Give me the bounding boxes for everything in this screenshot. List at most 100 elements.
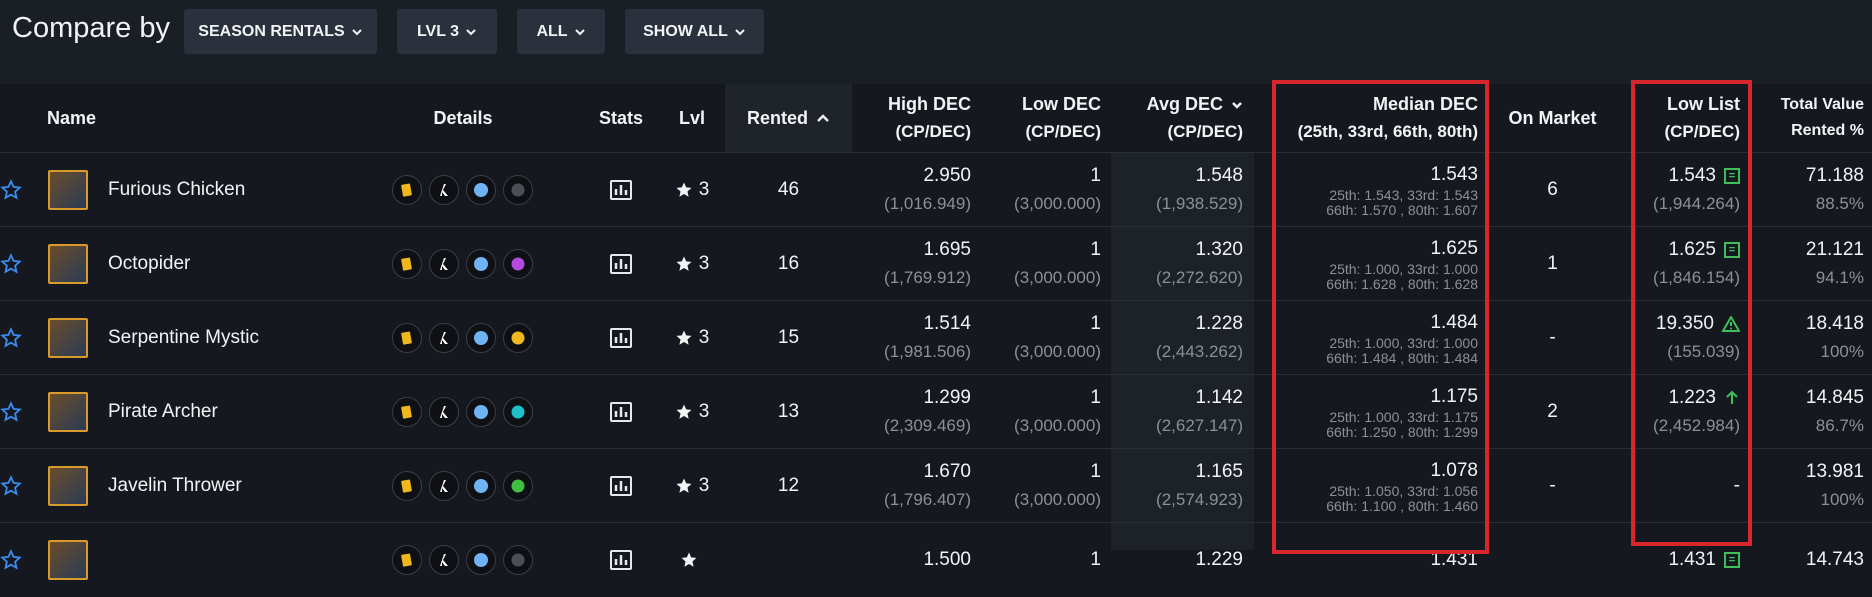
table-row[interactable]: Serpentine Mystic 3 15 1.514 (1,981.506) [0, 300, 1872, 375]
star-outline-icon [0, 327, 22, 348]
star-icon [676, 330, 692, 345]
header-low-dec[interactable]: Low DEC (CP/DEC) [990, 84, 1101, 152]
avg-dec-cell: 1.229 [1195, 549, 1243, 570]
avg-dec-cell: 1.228 (2,443.262) [1156, 313, 1243, 361]
level-cell [670, 523, 714, 597]
stats-chart-icon [610, 328, 632, 348]
card-thumbnail[interactable] [46, 375, 90, 449]
stats-chart-icon [610, 402, 632, 422]
stats-chart-icon [610, 180, 632, 200]
header-rented[interactable]: Rented [725, 84, 852, 152]
rarity-icon [429, 397, 459, 427]
avg-dec-cell: 1.320 (2,272.620) [1156, 239, 1243, 287]
card-name-link[interactable] [108, 523, 388, 597]
equal-icon: = [1724, 552, 1740, 568]
header-name[interactable]: Name [47, 84, 167, 152]
card-details [392, 523, 542, 597]
rented-cell: 12 [777, 475, 800, 496]
header-lvl[interactable]: Lvl [670, 84, 714, 152]
type-icon [466, 323, 496, 353]
table-row[interactable]: Javelin Thrower 3 12 1.670 (1,796.407) 1… [0, 448, 1872, 523]
table-row[interactable]: Octopider 3 16 1.695 (1,769.912) 1 (3,00… [0, 226, 1872, 301]
card-name-link[interactable]: Octopider [108, 227, 388, 301]
level-dropdown[interactable]: LVL 3 [397, 9, 497, 54]
card-name-link[interactable]: Pirate Archer [108, 375, 388, 449]
on-market-cell: - [1549, 475, 1556, 496]
on-market-cell: 1 [1547, 253, 1558, 274]
element-icon [503, 397, 533, 427]
card-thumbnail[interactable] [46, 523, 90, 597]
edition-icon [392, 249, 422, 279]
favorite-star-button[interactable] [0, 523, 22, 597]
rarity-icon [429, 471, 459, 501]
show-all-dropdown[interactable]: SHOW ALL [625, 9, 764, 54]
low-dec-cell: 1 [1090, 549, 1101, 570]
total-value-cell: 13.981 100% [1805, 461, 1864, 509]
total-value-cell: 18.418 100% [1805, 313, 1864, 361]
edition-icon [392, 175, 422, 205]
stats-button[interactable] [590, 375, 652, 449]
card-thumbnail[interactable] [46, 301, 90, 375]
card-thumbnail[interactable] [46, 153, 90, 227]
stats-button[interactable] [590, 153, 652, 227]
season-rentals-dropdown[interactable]: SEASON RENTALS [184, 9, 377, 54]
rented-cell: 16 [777, 253, 800, 274]
stats-button[interactable] [590, 301, 652, 375]
header-on-market[interactable]: On Market [1495, 84, 1610, 152]
header-avg-dec[interactable]: Avg DEC (CP/DEC) [1130, 84, 1243, 152]
chevron-down-icon [466, 28, 476, 35]
on-market-cell: 6 [1547, 179, 1558, 200]
star-outline-icon [0, 475, 22, 496]
card-details [392, 227, 542, 301]
table-row[interactable]: Furious Chicken 3 46 2.950 (1,016.949) 1… [0, 152, 1872, 227]
card-thumbnail[interactable] [46, 227, 90, 301]
low-dec-cell: 1 (3,000.000) [1014, 239, 1101, 287]
total-value-cell: 71.188 88.5% [1805, 165, 1864, 213]
favorite-star-button[interactable] [0, 301, 22, 375]
favorite-star-button[interactable] [0, 153, 22, 227]
rented-cell [725, 523, 852, 597]
element-icon [503, 471, 533, 501]
card-name-link[interactable]: Serpentine Mystic [108, 301, 388, 375]
star-icon [676, 478, 692, 493]
edition-icon [392, 323, 422, 353]
table-row[interactable]: 1.500 1 1.229 1.431 1.431 = 14.743 [0, 522, 1872, 597]
favorite-star-button[interactable] [0, 375, 22, 449]
level-cell: 3 [670, 375, 714, 449]
card-name-link[interactable]: Furious Chicken [108, 153, 388, 227]
element-icon [503, 175, 533, 205]
favorite-star-button[interactable] [0, 449, 22, 523]
card-details [392, 301, 542, 375]
rarity-icon [429, 323, 459, 353]
on-market-cell: 2 [1547, 401, 1558, 422]
high-dec-cell: 1.695 (1,769.912) [884, 239, 971, 287]
avg-dec-cell: 1.548 (1,938.529) [1156, 165, 1243, 213]
card-image [48, 170, 88, 210]
type-icon [466, 249, 496, 279]
header-total-value[interactable]: Total Value Rented % [1760, 84, 1864, 152]
table-row[interactable]: Pirate Archer 3 13 1.299 (2,309.469) 1 (… [0, 374, 1872, 449]
total-value-cell: 14.845 86.7% [1805, 387, 1864, 435]
dropdown-label: LVL 3 [416, 22, 460, 40]
stats-chart-icon [610, 550, 632, 570]
edition-dropdown[interactable]: ALL [517, 9, 605, 54]
median-highlight-box [1272, 80, 1489, 554]
type-icon [466, 471, 496, 501]
card-thumbnail[interactable] [46, 449, 90, 523]
stats-button[interactable] [590, 449, 652, 523]
low-dec-cell: 1 (3,000.000) [1014, 387, 1101, 435]
card-image [48, 540, 88, 580]
card-name-link[interactable]: Javelin Thrower [108, 449, 388, 523]
chevron-down-icon [735, 28, 745, 35]
card-details [392, 449, 542, 523]
rented-cell: 46 [777, 179, 800, 200]
rented-cell: 15 [777, 327, 800, 348]
stats-button[interactable] [590, 523, 652, 597]
favorite-star-button[interactable] [0, 227, 22, 301]
header-high-dec[interactable]: High DEC (CP/DEC) [860, 84, 971, 152]
chevron-down-icon [1232, 101, 1242, 109]
avg-dec-cell: 1.142 (2,627.147) [1156, 387, 1243, 435]
high-dec-cell: 1.299 (2,309.469) [884, 387, 971, 435]
stats-button[interactable] [590, 227, 652, 301]
header-stats: Stats [598, 107, 643, 128]
